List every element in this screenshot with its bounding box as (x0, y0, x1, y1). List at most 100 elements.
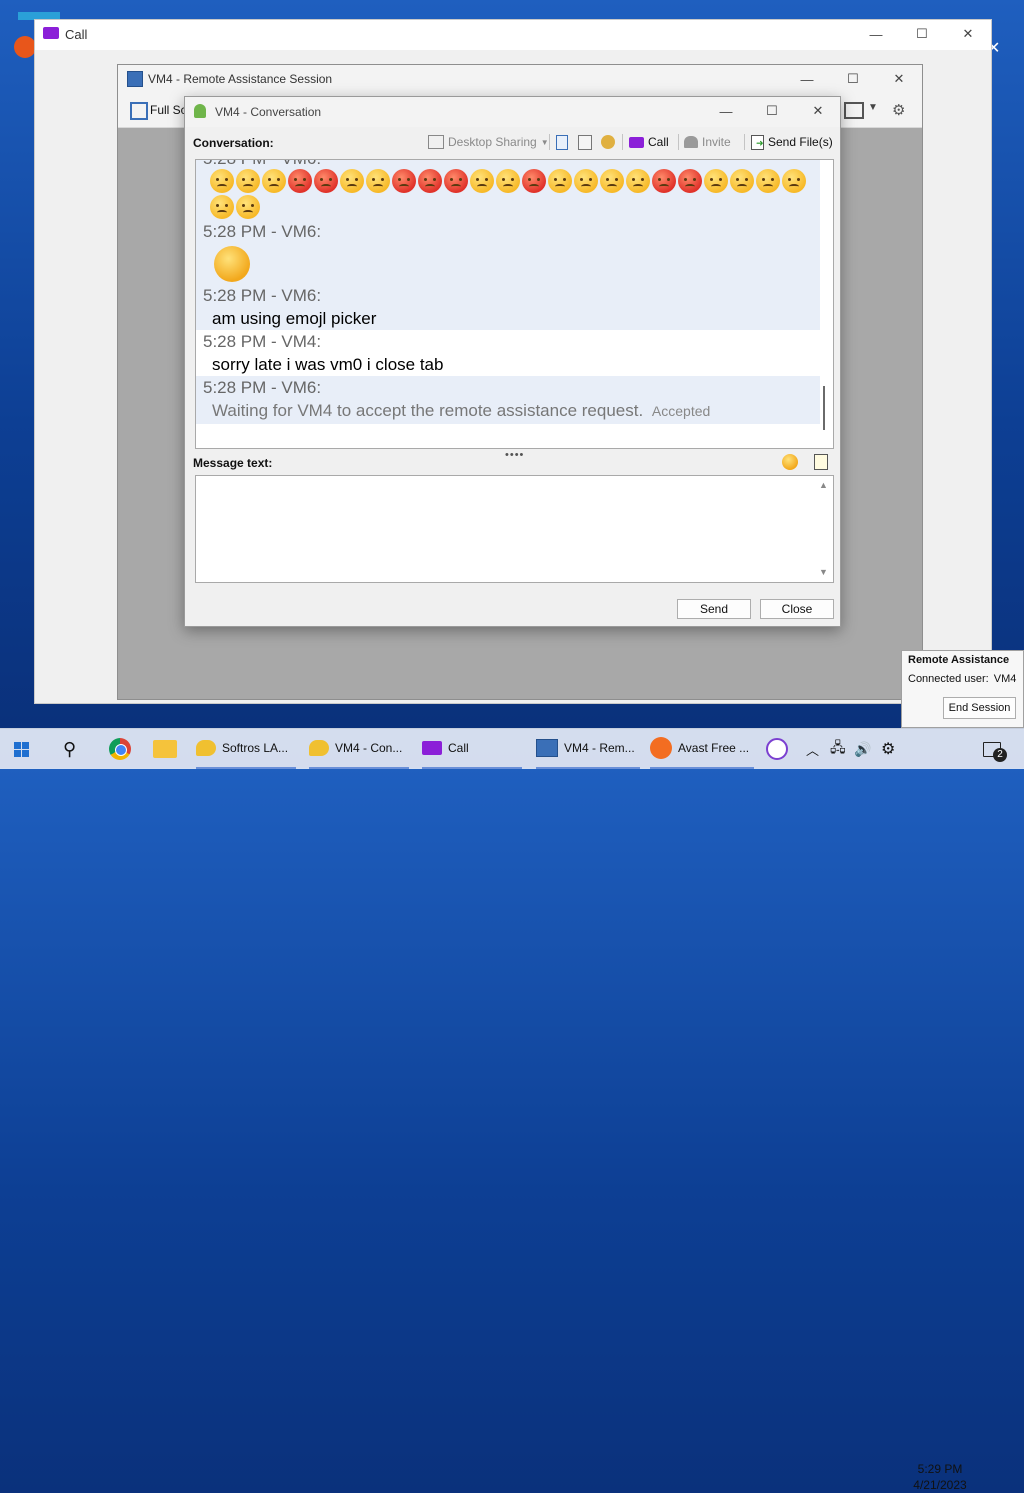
conversation-window: VM4 - Conversation — ☐ ✕ Conversation: D… (184, 96, 841, 627)
invite-button[interactable]: Invite (684, 132, 731, 152)
send-files-label: Send File(s) (768, 135, 833, 149)
ra-minimize-button[interactable]: — (784, 65, 830, 93)
taskbar: ⚲ Softros LA... VM4 - Con... Call VM4 - … (0, 728, 1024, 1492)
emoji-icon (730, 169, 754, 193)
notification-center-button[interactable]: 2 (983, 729, 1007, 769)
invite-users-icon (684, 136, 698, 148)
format-text-icon[interactable] (814, 454, 828, 470)
emoji-icon (340, 169, 364, 193)
emoji-icon (262, 169, 286, 193)
message-text: sorry late i was vm0 i close tab (212, 355, 444, 374)
search-icon[interactable]: ⚲ (63, 729, 76, 769)
scroll-down-icon[interactable]: ▼ (819, 567, 828, 577)
taskbar-item-label: Call (448, 741, 469, 755)
maximize-button[interactable]: ☐ (899, 20, 945, 48)
taskbar-item-label: Softros LA... (222, 741, 289, 755)
conv-maximize-button[interactable]: ☐ (749, 97, 795, 125)
emoji-icon (522, 169, 546, 193)
contacts-button[interactable] (578, 132, 592, 152)
emoji-icon (288, 169, 312, 193)
emoji-icon (314, 169, 338, 193)
conv-minimize-button[interactable]: — (703, 97, 749, 125)
chat-scrollbar[interactable] (820, 160, 832, 448)
send-file-icon: ➜ (751, 134, 764, 150)
conversation-history[interactable]: 5:28 PM - VM6: 5:28 PM - VM6: am using e… (195, 159, 834, 449)
emoji-icon (782, 169, 806, 193)
network-icon[interactable]: 🖧 (830, 729, 846, 769)
plugins-button[interactable] (601, 132, 615, 152)
desktop-sharing-label: Desktop Sharing (448, 135, 537, 149)
chrome-icon[interactable] (109, 729, 131, 769)
connected-user-row: Connected user: VM4 (908, 673, 1016, 685)
start-button[interactable] (14, 729, 29, 769)
notification-center-icon: 2 (983, 741, 1007, 762)
call-titlebar[interactable]: Call — ☐ ✕ (35, 20, 991, 50)
settings-icon[interactable]: ⚙ (892, 101, 905, 119)
clock-time: 5:29 PM (917, 1462, 963, 1476)
end-session-button[interactable]: End Session (943, 697, 1016, 719)
video-camera-icon (43, 27, 59, 39)
notes-button[interactable] (556, 132, 568, 152)
contacts-icon (578, 134, 592, 150)
close-button[interactable]: Close (760, 599, 834, 619)
ra-close-button[interactable]: ✕ (876, 65, 922, 93)
emoji-icon (678, 169, 702, 193)
call-button[interactable]: Call (629, 132, 669, 152)
toolbar-separator (549, 134, 550, 150)
emoji-icon (652, 169, 676, 193)
emoji-icon (210, 169, 234, 193)
send-files-button[interactable]: ➜ Send File(s) (751, 132, 833, 152)
message-text: Waiting for VM4 to accept the remote ass… (196, 399, 820, 422)
conversation-label: Conversation: (193, 136, 274, 150)
taskbar-item-label: VM4 - Con... (335, 741, 403, 755)
file-explorer-icon[interactable] (153, 729, 177, 769)
message-input[interactable] (195, 475, 834, 583)
toolbar-separator (678, 134, 679, 150)
conversation-titlebar[interactable]: VM4 - Conversation — ☐ ✕ (185, 97, 840, 127)
toolbar-separator (622, 134, 623, 150)
close-button[interactable]: ✕ (945, 20, 991, 48)
taskbar-item-avast[interactable]: Avast Free ... (650, 729, 754, 769)
send-button[interactable]: Send (677, 599, 751, 619)
show-hidden-icons-icon[interactable]: ︿ (806, 729, 819, 769)
emoji-icon (496, 169, 520, 193)
video-camera-icon (422, 741, 442, 755)
emoji-icon (600, 169, 624, 193)
volume-icon[interactable]: 🔊 (854, 729, 871, 769)
plugin-icon (601, 135, 615, 149)
call-label: Call (648, 135, 669, 149)
desktop-sharing-button[interactable]: Desktop Sharing ▼ (428, 132, 549, 152)
chat-scrollbar-thumb[interactable] (823, 386, 825, 430)
splitter-handle[interactable]: •••• (505, 449, 524, 461)
taskbar-item-label: VM4 - Rem... (564, 741, 635, 755)
minimize-button[interactable]: — (853, 20, 899, 48)
scroll-up-icon[interactable]: ▲ (819, 480, 828, 490)
rolling-laughing-emoji-icon (214, 246, 250, 282)
clock[interactable]: 5:29 PM 4/21/2023 (909, 1461, 971, 1493)
conv-close-button[interactable]: ✕ (795, 97, 841, 125)
desktop-sharing-icon (428, 135, 444, 149)
taskbar-item-remote-assistance[interactable]: VM4 - Rem... (536, 729, 640, 769)
message-timestamp: 5:28 PM - VM4: (203, 332, 322, 351)
connected-user-value: VM4 (993, 673, 1017, 685)
taskbar-item-softros[interactable]: Softros LA... (196, 729, 296, 769)
desktop-app-icon[interactable] (14, 36, 36, 58)
ra-maximize-button[interactable]: ☐ (830, 65, 876, 93)
ra-titlebar[interactable]: VM4 - Remote Assistance Session — ☐ ✕ (118, 65, 922, 93)
emoji-message (196, 168, 820, 220)
settings-gear-icon[interactable]: ⚙ (881, 729, 895, 769)
full-screen-icon[interactable] (130, 102, 148, 120)
emoji-icon (574, 169, 598, 193)
display-icon[interactable] (844, 102, 864, 119)
system-message-text: Waiting for VM4 to accept the remote ass… (212, 401, 644, 420)
taskbar-item-call[interactable]: Call (422, 729, 522, 769)
display-dropdown-icon[interactable]: ▼ (868, 102, 878, 113)
emoji-icon (704, 169, 728, 193)
clock-date: 4/21/2023 (913, 1478, 967, 1492)
emoji-icon (236, 195, 260, 219)
vpn-shield-icon[interactable] (766, 729, 788, 769)
avast-icon (650, 737, 672, 759)
taskbar-item-conversation[interactable]: VM4 - Con... (309, 729, 409, 769)
emoji-picker-icon[interactable] (782, 454, 798, 470)
full-screen-button[interactable]: Full Sc (150, 103, 187, 117)
